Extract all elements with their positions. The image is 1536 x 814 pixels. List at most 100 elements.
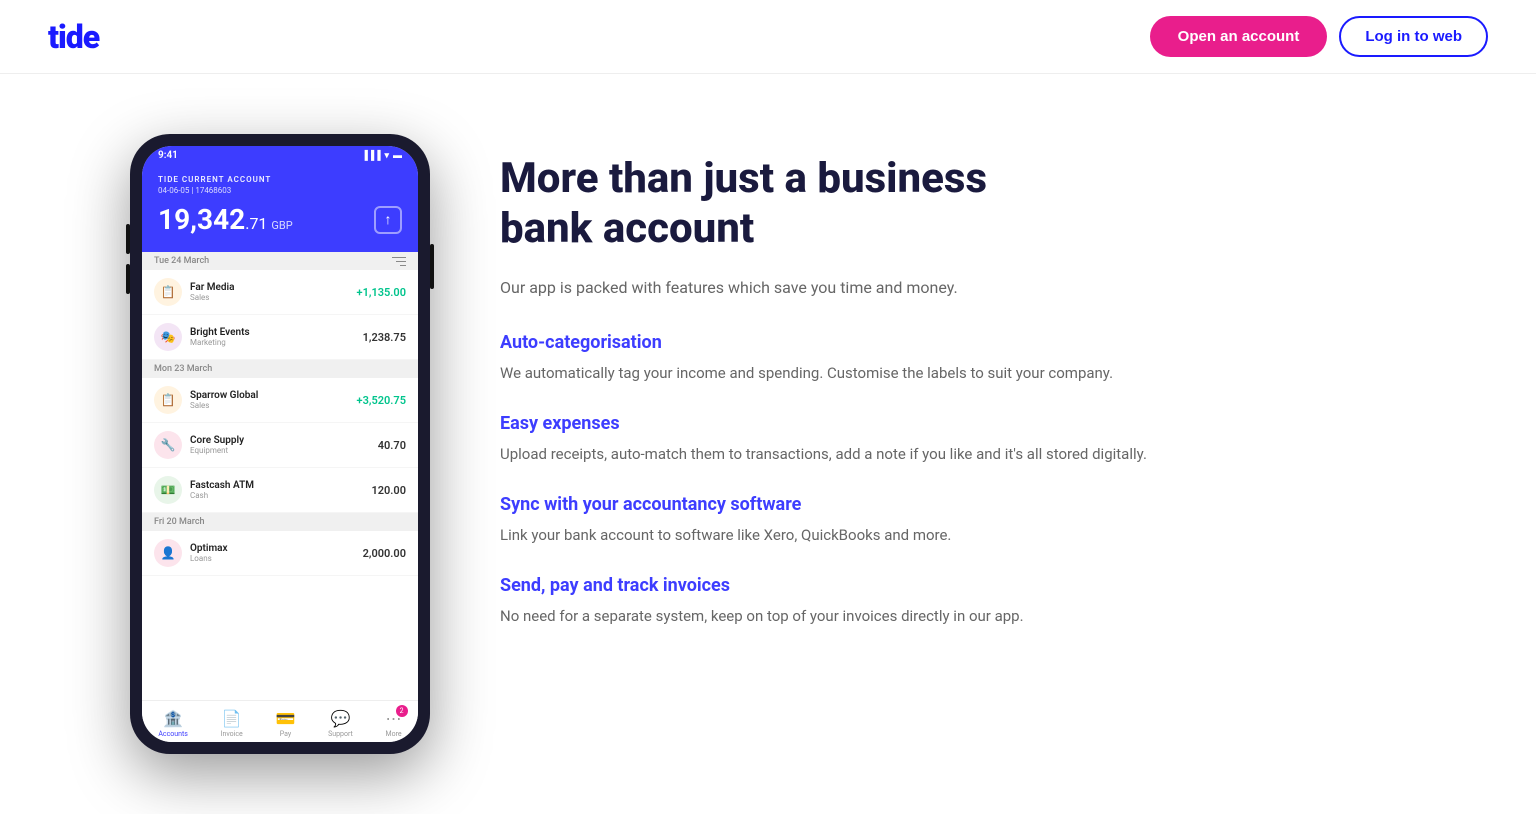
txn-category: Loans <box>190 554 355 563</box>
txn-details-fastcash: Fastcash ATM Cash <box>190 480 363 500</box>
txn-icon-bright-events: 🎭 <box>154 323 182 351</box>
phone-mockup-container: 9:41 ▐▐▐ ▾ ▬ TIDE CURRENT ACCOUNT 04-06-… <box>120 134 440 754</box>
txn-details-bright-events: Bright Events Marketing <box>190 327 355 347</box>
txn-name: Optimax <box>190 543 355 554</box>
nav-more[interactable]: ⋯ 2 More <box>385 709 401 738</box>
logo: tide <box>48 18 99 56</box>
feature-content: More than just a business bank account O… <box>500 134 1456 656</box>
nav-pay[interactable]: 💳 Pay <box>275 709 295 738</box>
sub-text: Our app is packed with features which sa… <box>500 275 1456 301</box>
date-header-2: Mon 23 March <box>142 360 418 378</box>
txn-name: Bright Events <box>190 327 355 338</box>
balance-display: 19,342.71 GBP <box>158 203 293 236</box>
pay-icon: 💳 <box>275 709 295 728</box>
feature-title: Send, pay and track invoices <box>500 575 1456 596</box>
date-label-1: Tue 24 March <box>154 256 209 266</box>
feature-invoices: Send, pay and track invoices No need for… <box>500 575 1456 628</box>
account-label: TIDE CURRENT ACCOUNT <box>158 175 402 184</box>
balance-currency: GBP <box>271 219 292 232</box>
transaction-item[interactable]: 🔧 Core Supply Equipment 40.70 <box>142 423 418 468</box>
nav-label-invoice: Invoice <box>221 730 243 738</box>
feature-title: Auto-categorisation <box>500 332 1456 353</box>
txn-category: Equipment <box>190 446 370 455</box>
phone-screen: 9:41 ▐▐▐ ▾ ▬ TIDE CURRENT ACCOUNT 04-06-… <box>142 146 418 742</box>
feature-desc: Link your bank account to software like … <box>500 523 1456 547</box>
nav-invoice[interactable]: 📄 Invoice <box>221 709 243 738</box>
feature-title: Easy expenses <box>500 413 1456 434</box>
feature-sync-accountancy: Sync with your accountancy software Link… <box>500 494 1456 547</box>
login-button[interactable]: Log in to web <box>1339 16 1488 57</box>
date-label-3: Fri 20 March <box>154 517 205 527</box>
status-bar: 9:41 ▐▐▐ ▾ ▬ <box>142 146 418 165</box>
date-header-3: Fri 20 March <box>142 513 418 531</box>
more-badge: 2 <box>396 705 408 717</box>
txn-details-optimax: Optimax Loans <box>190 543 355 563</box>
feature-desc: We automatically tag your income and spe… <box>500 361 1456 385</box>
bank-header: TIDE CURRENT ACCOUNT 04-06-05 | 17468603… <box>142 165 418 252</box>
txn-icon-core-supply: 🔧 <box>154 431 182 459</box>
phone-mockup: 9:41 ▐▐▐ ▾ ▬ TIDE CURRENT ACCOUNT 04-06-… <box>130 134 430 754</box>
txn-details-far-media: Far Media Sales <box>190 282 349 302</box>
send-icon[interactable]: ↑ <box>374 206 402 234</box>
support-icon: 💬 <box>330 709 350 728</box>
txn-amount: 2,000.00 <box>363 547 406 560</box>
txn-name: Fastcash ATM <box>190 480 363 491</box>
txn-category: Sales <box>190 401 349 410</box>
heading-line2: bank account <box>500 204 754 253</box>
header: tide Open an account Log in to web <box>0 0 1536 74</box>
txn-icon-far-media: 📋 <box>154 278 182 306</box>
transactions-list: Tue 24 March 📋 Far Media Sales <box>142 252 418 700</box>
txn-name: Core Supply <box>190 435 370 446</box>
txn-amount: 120.00 <box>371 484 406 497</box>
header-buttons: Open an account Log in to web <box>1150 16 1488 57</box>
transaction-item[interactable]: 📋 Sparrow Global Sales +3,520.75 <box>142 378 418 423</box>
status-time: 9:41 <box>158 150 178 161</box>
nav-label-support: Support <box>328 730 353 738</box>
txn-category: Sales <box>190 293 349 302</box>
transaction-item[interactable]: 🎭 Bright Events Marketing 1,238.75 <box>142 315 418 360</box>
heading-line1: More than just a business <box>500 154 987 203</box>
feature-desc: Upload receipts, auto-match them to tran… <box>500 442 1456 466</box>
balance-row: 19,342.71 GBP ↑ <box>158 203 402 236</box>
main-heading: More than just a business bank account <box>500 154 1456 255</box>
txn-category: Cash <box>190 491 363 500</box>
txn-amount: +3,520.75 <box>357 394 406 407</box>
txn-icon-optimax: 👤 <box>154 539 182 567</box>
transaction-item[interactable]: 💵 Fastcash ATM Cash 120.00 <box>142 468 418 513</box>
balance-main: 19,342 <box>158 203 245 236</box>
date-header-1: Tue 24 March <box>142 252 418 270</box>
main-content: 9:41 ▐▐▐ ▾ ▬ TIDE CURRENT ACCOUNT 04-06-… <box>0 74 1536 814</box>
txn-amount: 1,238.75 <box>363 331 406 344</box>
txn-category: Marketing <box>190 338 355 347</box>
invoice-icon: 📄 <box>222 709 242 728</box>
signal-icon: ▐▐▐ <box>361 150 380 161</box>
open-account-button[interactable]: Open an account <box>1150 16 1328 57</box>
status-icons: ▐▐▐ ▾ ▬ <box>361 150 402 161</box>
nav-support[interactable]: 💬 Support <box>328 709 353 738</box>
bottom-navigation: 🏦 Accounts 📄 Invoice 💳 Pay 💬 Support <box>142 700 418 742</box>
txn-amount: +1,135.00 <box>357 286 406 299</box>
txn-details-sparrow: Sparrow Global Sales <box>190 390 349 410</box>
feature-title: Sync with your accountancy software <box>500 494 1456 515</box>
transaction-item[interactable]: 👤 Optimax Loans 2,000.00 <box>142 531 418 576</box>
wifi-icon: ▾ <box>384 151 389 161</box>
volume-up-button <box>126 224 130 254</box>
date-label-2: Mon 23 March <box>154 364 212 374</box>
volume-down-button <box>126 264 130 294</box>
txn-details-core-supply: Core Supply Equipment <box>190 435 370 455</box>
feature-easy-expenses: Easy expenses Upload receipts, auto-matc… <box>500 413 1456 466</box>
txn-icon-sparrow: 📋 <box>154 386 182 414</box>
feature-auto-categorisation: Auto-categorisation We automatically tag… <box>500 332 1456 385</box>
txn-name: Far Media <box>190 282 349 293</box>
filter-icon[interactable] <box>392 257 406 266</box>
txn-icon-fastcash: 💵 <box>154 476 182 504</box>
accounts-icon: 🏦 <box>163 709 183 728</box>
nav-label-pay: Pay <box>280 730 291 738</box>
battery-icon: ▬ <box>393 150 402 161</box>
nav-accounts[interactable]: 🏦 Accounts <box>158 709 188 738</box>
txn-name: Sparrow Global <box>190 390 349 401</box>
account-number: 04-06-05 | 17468603 <box>158 186 402 195</box>
balance-decimal: .71 <box>245 214 267 233</box>
feature-desc: No need for a separate system, keep on t… <box>500 604 1456 628</box>
transaction-item[interactable]: 📋 Far Media Sales +1,135.00 <box>142 270 418 315</box>
